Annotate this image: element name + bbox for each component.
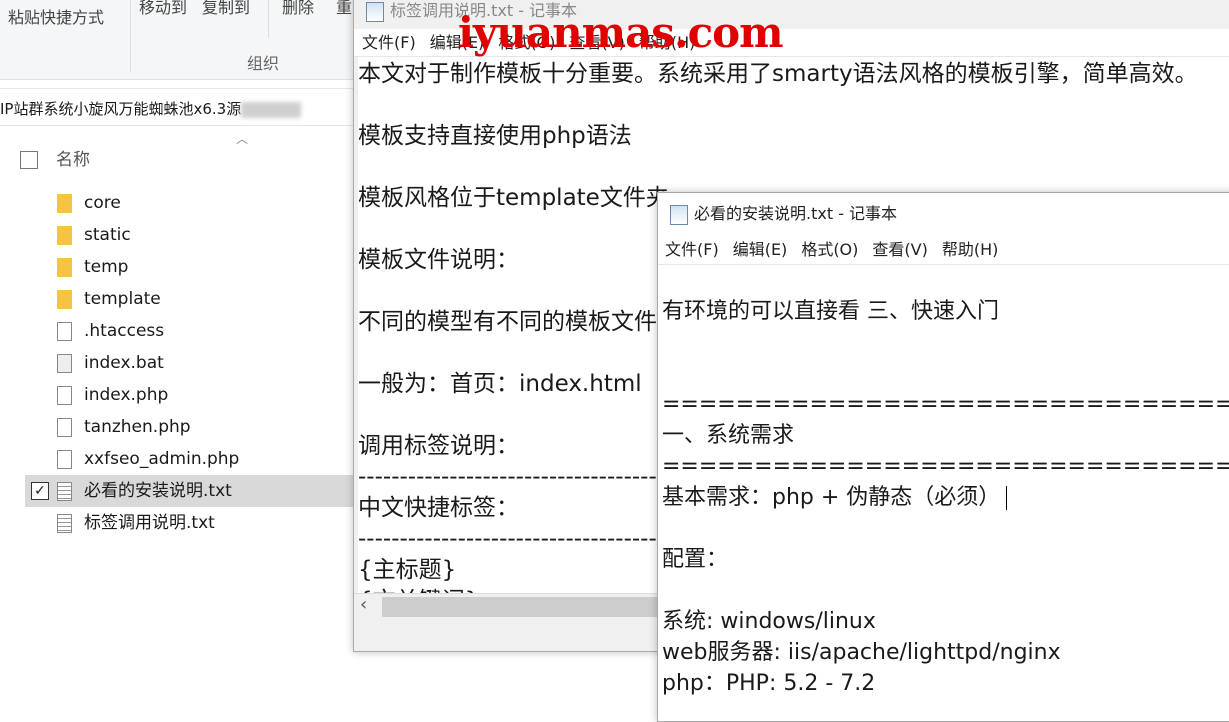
menu-item[interactable]: 编辑(E) <box>733 240 788 259</box>
file-name: static <box>84 225 131 245</box>
scroll-left-icon[interactable]: ‹ <box>360 594 367 615</box>
text-line: 配置： <box>662 547 729 572</box>
menu-bar: 文件(F) 编辑(E) 格式(O) 查看(V) 帮助(H) <box>658 235 1229 265</box>
menu-item[interactable]: 文件(F) <box>665 240 719 259</box>
address-path: IP站群系统小旋风万能蜘蛛池x6.3源 <box>0 100 242 118</box>
folder-icon <box>57 290 72 309</box>
notepad-icon <box>670 204 688 225</box>
menu-item[interactable]: 文件(F) <box>362 33 416 52</box>
file-name: index.php <box>84 385 169 405</box>
column-name-label: 名称 <box>56 150 90 170</box>
file-row[interactable]: tanzhen.php <box>25 411 360 443</box>
file-row[interactable]: 标签调用说明.txt <box>25 507 360 539</box>
text-line <box>662 265 1229 296</box>
text-line <box>662 513 1229 544</box>
file-icon <box>57 322 72 341</box>
file-row[interactable]: template <box>25 283 360 315</box>
text-line: 有环境的可以直接看 三、快速入门 <box>662 299 999 324</box>
text-file-icon <box>57 514 72 533</box>
text-line: php：PHP: 5.2 - 7.2 <box>662 671 876 696</box>
menu-item[interactable]: 帮助(H) <box>942 240 999 259</box>
file-row[interactable]: .htaccess <box>25 315 360 347</box>
file-row[interactable]: index.bat <box>25 347 360 379</box>
file-name: xxfseo_admin.php <box>84 449 240 469</box>
file-icon <box>57 386 72 405</box>
menu-item[interactable]: 格式(O) <box>801 240 858 259</box>
watermark: iyuanmas.com <box>458 8 784 57</box>
address-bar[interactable]: IP站群系统小旋风万能蜘蛛池x6.3源 <box>0 88 360 126</box>
group-label: 组织 <box>247 54 280 73</box>
text-line <box>662 575 1229 606</box>
batch-file-icon <box>57 354 72 373</box>
file-name: 标签调用说明.txt <box>84 513 215 533</box>
window-title: 必看的安装说明.txt - 记事本 <box>670 200 897 225</box>
column-header-name[interactable]: 名称 <box>20 145 90 171</box>
file-icon <box>57 418 72 437</box>
file-name: core <box>84 193 121 213</box>
file-row[interactable]: static <box>25 219 360 251</box>
delete-button[interactable]: 删除 <box>282 0 314 18</box>
notepad-icon <box>366 1 384 22</box>
file-row[interactable]: temp <box>25 251 360 283</box>
divider <box>130 0 131 72</box>
text-line: 系统: windows/linux <box>662 609 876 634</box>
file-row[interactable]: xxfseo_admin.php <box>25 443 360 475</box>
blurred-text <box>241 101 302 118</box>
folder-icon <box>57 258 72 277</box>
rename-button[interactable]: 重 <box>336 0 352 18</box>
text-line <box>358 90 1229 121</box>
file-row[interactable]: index.php <box>25 379 360 411</box>
move-to-button[interactable]: 移动到 <box>139 0 187 18</box>
text-line: 一、系统需求 <box>662 423 795 448</box>
text-line: ========================================… <box>662 454 1229 479</box>
file-name: template <box>84 289 161 309</box>
notepad-window-install: 必看的安装说明.txt - 记事本 文件(F) 编辑(E) 格式(O) 查看(V) 帮助… <box>657 192 1229 722</box>
file-explorer: 粘贴快捷方式 移动到 复制到 删除 重 组织 IP站群系统小旋风万能蜘蛛池x6.… <box>0 0 360 710</box>
row-checkbox[interactable]: ✓ <box>31 482 49 500</box>
folder-icon <box>57 194 72 213</box>
text-line: 本文对于制作模板十分重要。系统采用了smarty语法风格的模板引擎，简单高效。 <box>358 61 1198 87</box>
text-line: web服务器: iis/apache/lighttpd/nginx <box>662 640 1061 665</box>
file-row[interactable]: core <box>25 187 360 219</box>
text-file-icon <box>57 482 72 501</box>
paste-shortcut-button[interactable]: 粘贴快捷方式 <box>8 4 104 28</box>
file-name: 必看的安装说明.txt <box>84 481 232 501</box>
folder-icon <box>57 226 72 245</box>
text-line: 基本需求：php + 伪静态（必须） <box>662 482 1229 513</box>
copy-to-button[interactable]: 复制到 <box>202 0 250 18</box>
text-line <box>358 152 1229 183</box>
text-line: 模板支持直接使用php语法 <box>358 123 632 149</box>
divider <box>268 0 269 38</box>
file-name: .htaccess <box>84 321 165 341</box>
text-cursor <box>1006 486 1008 510</box>
file-row[interactable]: ✓ 必看的安装说明.txt <box>25 475 360 507</box>
file-name: temp <box>84 257 129 277</box>
ribbon: 粘贴快捷方式 移动到 复制到 删除 重 组织 <box>0 0 360 80</box>
text-area[interactable]: 有环境的可以直接看 三、快速入门 ========================… <box>662 265 1229 721</box>
text-line <box>662 327 1229 358</box>
select-all-checkbox[interactable] <box>20 151 38 169</box>
file-name: index.bat <box>84 353 164 373</box>
file-name: tanzhen.php <box>84 417 191 437</box>
text-line: ========================================… <box>662 392 1229 417</box>
menu-item[interactable]: 查看(V) <box>872 240 927 259</box>
file-icon <box>57 450 72 469</box>
sort-chevron-up-icon: ︿ <box>236 132 249 146</box>
text-line <box>662 358 1229 389</box>
